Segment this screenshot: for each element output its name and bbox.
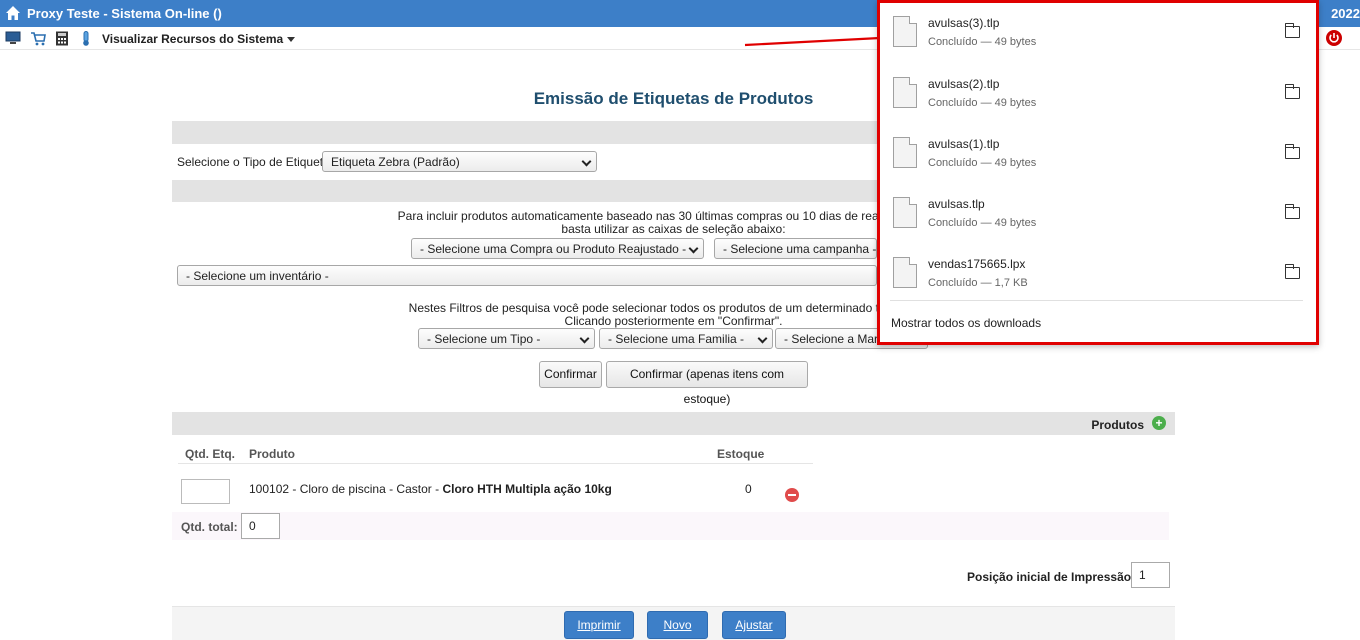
chevron-down-icon <box>581 156 592 167</box>
download-item[interactable]: avulsas(1).tlp Concluído — 49 bytes <box>880 124 1316 184</box>
familia-filter-value: - Selecione uma Familia - <box>608 332 745 346</box>
thermometer-icon[interactable] <box>78 31 94 46</box>
home-icon[interactable] <box>5 5 21 21</box>
col-stock-header: Estoque <box>717 447 765 461</box>
file-icon <box>893 137 917 168</box>
file-icon <box>893 257 917 288</box>
download-status: Concluído — 1,7 KB <box>928 277 1028 289</box>
annotation-arrow <box>744 33 892 47</box>
download-name: avulsas(3).tlp <box>928 16 1000 30</box>
show-all-downloads-link[interactable]: Mostrar todos os downloads <box>891 316 1041 330</box>
total-row <box>172 512 1169 540</box>
monitor-icon[interactable] <box>5 31 21 46</box>
col-qty-header: Qtd. Etq. <box>185 447 235 461</box>
compra-select-value: - Selecione uma Compra ou Produto Reajus… <box>420 242 687 256</box>
qty-input[interactable] <box>181 479 230 504</box>
download-status: Concluído — 49 bytes <box>928 217 1037 229</box>
download-name: avulsas(1).tlp <box>928 137 1000 151</box>
resources-menu[interactable]: Visualizar Recursos do Sistema <box>102 32 296 46</box>
confirm-stock-button[interactable]: Confirmar (apenas itens com estoque) <box>606 361 808 406</box>
products-header: Produtos + <box>172 412 1175 435</box>
print-position-input[interactable]: 1 <box>1131 562 1170 588</box>
tipo-etiqueta-select[interactable]: Etiqueta Zebra (Padrão) <box>322 151 597 172</box>
campanha-select[interactable]: - Selecione uma campanha - <box>714 238 877 259</box>
inventario-select-value: - Selecione um inventário - <box>186 269 329 283</box>
stock-cell: 0 <box>745 482 752 496</box>
tipo-etiqueta-label: Selecione o Tipo de Etiqueta: <box>177 155 334 169</box>
divider <box>890 300 1303 301</box>
folder-icon[interactable] <box>1284 204 1300 219</box>
divider <box>178 463 813 464</box>
downloads-panel: avulsas(3).tlp Concluído — 49 bytes avul… <box>877 0 1319 345</box>
download-name: vendas175665.lpx <box>928 257 1026 271</box>
product-cell: 100102 - Cloro de piscina - Castor - Clo… <box>249 482 612 496</box>
confirm-button[interactable]: Confirmar <box>539 361 602 388</box>
col-product-header: Produto <box>249 447 295 461</box>
total-label: Qtd. total: <box>181 520 238 534</box>
folder-icon[interactable] <box>1284 84 1300 99</box>
file-icon <box>893 77 917 108</box>
inventario-select[interactable]: - Selecione um inventário - <box>177 265 877 286</box>
file-icon <box>893 16 917 47</box>
power-icon[interactable] <box>1326 30 1342 46</box>
download-status: Concluído — 49 bytes <box>928 36 1037 48</box>
download-name: avulsas(2).tlp <box>928 77 1000 91</box>
download-item[interactable]: avulsas.tlp Concluído — 49 bytes <box>880 184 1316 244</box>
folder-icon[interactable] <box>1284 144 1300 159</box>
chevron-down-icon <box>579 333 590 344</box>
new-button[interactable]: Novo <box>647 611 708 639</box>
app-title: Proxy Teste - Sistema On-line () <box>27 6 222 21</box>
download-item[interactable]: avulsas(2).tlp Concluído — 49 bytes <box>880 64 1316 124</box>
resources-menu-label: Visualizar Recursos do Sistema <box>102 32 284 46</box>
remove-product-icon[interactable] <box>785 488 799 502</box>
download-item[interactable]: avulsas(3).tlp Concluído — 49 bytes <box>880 3 1316 63</box>
file-icon <box>893 197 917 228</box>
product-name: Cloro HTH Multipla ação 10kg <box>442 482 612 496</box>
chevron-down-icon <box>688 243 699 254</box>
marca-filter-value: - Selecione a Marca <box>784 332 891 346</box>
compra-select[interactable]: - Selecione uma Compra ou Produto Reajus… <box>411 238 704 259</box>
total-qty-field[interactable]: 0 <box>241 513 280 539</box>
print-button[interactable]: Imprimir <box>564 611 634 639</box>
cart-icon[interactable] <box>30 31 46 46</box>
tipo-filter-select[interactable]: - Selecione um Tipo - <box>418 328 595 349</box>
add-product-icon[interactable]: + <box>1152 416 1166 430</box>
folder-icon[interactable] <box>1284 23 1300 38</box>
download-status: Concluído — 49 bytes <box>928 97 1037 109</box>
download-item[interactable]: vendas175665.lpx Concluído — 1,7 KB <box>880 244 1316 304</box>
download-name: avulsas.tlp <box>928 197 985 211</box>
tipo-filter-value: - Selecione um Tipo - <box>427 332 541 346</box>
product-code-desc: 100102 - Cloro de piscina - Castor - <box>249 482 443 496</box>
tipo-etiqueta-value: Etiqueta Zebra (Padrão) <box>331 155 460 169</box>
print-position-label: Posição inicial de Impressão: <box>967 570 1136 584</box>
familia-filter-select[interactable]: - Selecione uma Familia - <box>599 328 773 349</box>
calculator-icon[interactable] <box>54 31 70 46</box>
title-year: 2022 <box>1331 6 1360 21</box>
caret-down-icon <box>287 37 296 43</box>
campanha-select-value: - Selecione uma campanha - <box>723 242 877 256</box>
folder-icon[interactable] <box>1284 264 1300 279</box>
products-title: Produtos <box>1091 418 1144 432</box>
chevron-down-icon <box>757 333 768 344</box>
download-status: Concluído — 49 bytes <box>928 157 1037 169</box>
adjust-button[interactable]: Ajustar <box>722 611 786 639</box>
